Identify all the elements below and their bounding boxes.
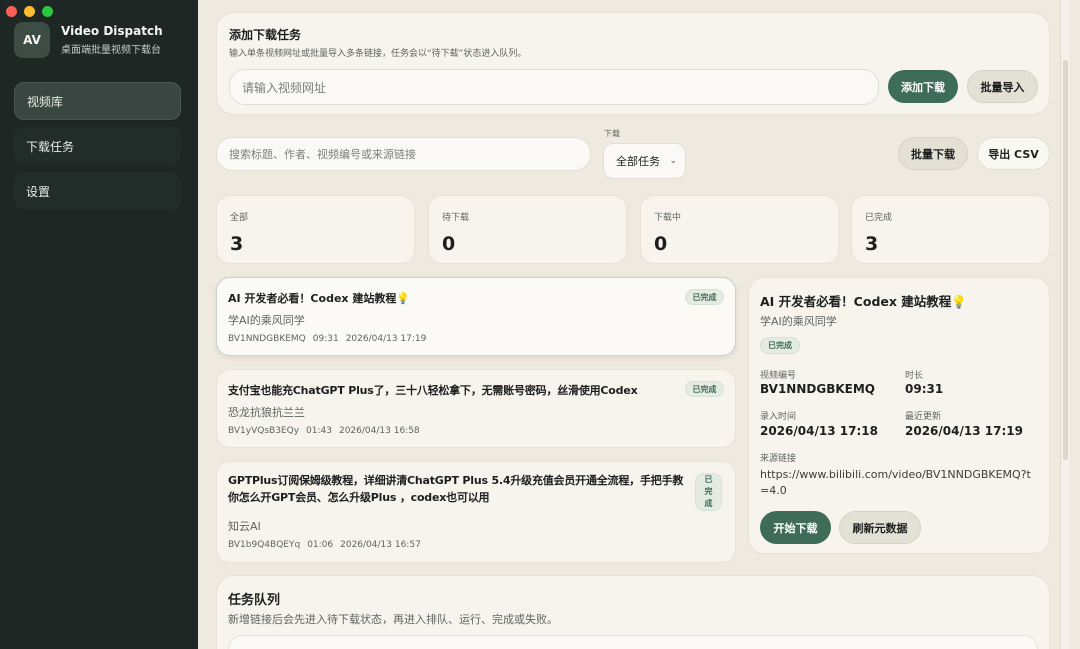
stat-label: 下载中 (654, 213, 682, 223)
task-queue-item[interactable] (228, 635, 1038, 649)
app-avatar: AV (14, 22, 50, 58)
video-url-input[interactable]: 请输入视频网址 (229, 69, 879, 105)
video-title: AI 开发者必看！Codex 建站教程💡 (228, 292, 411, 305)
close-window-button[interactable] (6, 6, 17, 17)
video-duration: 09:31 (312, 334, 339, 344)
video-meta: BV1b9Q4BQEYq 01:06 2026/04/13 16:57 (228, 540, 428, 550)
task-queue-description: 新增链接后会先进入待下载状态，再进入排队、运行、完成或失败。 (228, 613, 558, 626)
status-badge: 已完成 (695, 473, 722, 511)
video-list-item[interactable]: GPTPlus订阅保姆级教程，详细讲清ChatGPT Plus 5.4升级充值会… (216, 461, 736, 563)
export-csv-button[interactable]: 导出 CSV (977, 137, 1050, 170)
stat-value: 0 (442, 233, 456, 255)
download-status-select[interactable]: 全部任务 ⌄ (603, 143, 686, 179)
stat-label: 已完成 (865, 213, 893, 223)
detail-duration-value: 09:31 (905, 382, 944, 396)
video-title: GPTPlus订阅保姆级教程，详细讲清ChatGPT Plus 5.4升级充值会… (228, 474, 684, 504)
window-controls (6, 6, 53, 17)
video-author: 知云AI (228, 520, 261, 533)
add-task-panel: 添加下载任务 输入单条视频网址或批量导入多条链接，任务会以“待下载”状态进入队列… (216, 12, 1050, 115)
stat-label: 待下载 (442, 213, 470, 223)
main-content: 添加下载任务 输入单条视频网址或批量导入多条链接，任务会以“待下载”状态进入队列… (198, 0, 1070, 649)
download-status-select-value: 全部任务 (616, 155, 660, 168)
video-list-item-selected[interactable]: AI 开发者必看！Codex 建站教程💡 已完成 学AI的乘风同学 BV1NND… (216, 277, 736, 356)
stat-card-pending: 待下载 0 (428, 195, 627, 264)
video-meta: BV1yVQsB3EQy 01:43 2026/04/13 16:58 (228, 426, 427, 436)
detail-updated-label: 最近更新 (905, 412, 942, 422)
stat-card-all: 全部 3 (216, 195, 415, 264)
chevron-down-icon: ⌄ (669, 156, 677, 166)
add-task-title: 添加下载任务 (229, 28, 302, 42)
brand: AV Video Dispatch 桌面端批量视频下载台 (14, 22, 163, 58)
main-scrollbar[interactable] (1060, 0, 1070, 649)
detail-status-badge: 已完成 (760, 337, 800, 354)
video-date: 2026/04/13 16:58 (338, 426, 420, 436)
detail-author: 学AI的乘风同学 (760, 315, 837, 328)
stat-value: 3 (865, 233, 879, 255)
video-duration: 01:06 (307, 540, 334, 550)
task-queue-title: 任务队列 (228, 593, 281, 608)
app-subtitle: 桌面端批量视频下载台 (61, 45, 161, 56)
sidebar: AV Video Dispatch 桌面端批量视频下载台 视频库 下载任务 设置 (0, 0, 198, 649)
video-date: 2026/04/13 16:57 (340, 540, 421, 550)
video-id: BV1NNDGBKEMQ (228, 334, 306, 344)
status-badge: 已完成 (685, 289, 724, 305)
sidebar-nav: 视频库 下载任务 设置 (14, 82, 181, 217)
video-id: BV1yVQsB3EQy (228, 426, 300, 436)
detail-updated-value: 2026/04/13 17:19 (905, 424, 1023, 438)
video-title: 支付宝也能充ChatGPT Plus了，三十八轻松拿下，无需账号密码，丝滑使用C… (228, 384, 638, 397)
detail-created-label: 录入时间 (760, 412, 797, 422)
minimize-window-button[interactable] (24, 6, 35, 17)
video-duration: 01:43 (306, 426, 332, 436)
video-author: 恐龙抗狼抗兰兰 (228, 406, 305, 419)
detail-created-value: 2026/04/13 17:18 (760, 424, 878, 438)
sidebar-item-settings[interactable]: 设置 (14, 172, 181, 210)
detail-source-link[interactable]: https://www.bilibili.com/video/BV1NNDGBK… (760, 467, 1040, 499)
video-detail-panel: AI 开发者必看！Codex 建站教程💡 学AI的乘风同学 已完成 视频编号 B… (748, 277, 1050, 554)
batch-download-button[interactable]: 批量下载 (898, 137, 968, 170)
detail-id-label: 视频编号 (760, 371, 797, 381)
sidebar-item-video-library[interactable]: 视频库 (14, 82, 181, 120)
app-title: Video Dispatch (61, 24, 163, 38)
scrollbar-thumb[interactable] (1063, 60, 1068, 460)
zoom-window-button[interactable] (42, 6, 53, 17)
stat-value: 3 (230, 233, 244, 255)
video-list-item[interactable]: 支付宝也能充ChatGPT Plus了，三十八轻松拿下，无需账号密码，丝滑使用C… (216, 369, 736, 448)
search-input[interactable]: 搜索标题、作者、视频编号或来源链接 (216, 137, 591, 171)
stat-card-completed: 已完成 3 (851, 195, 1050, 264)
download-filter-label: 下载 (604, 129, 620, 138)
detail-title: AI 开发者必看！Codex 建站教程💡 (760, 294, 967, 309)
refresh-metadata-button[interactable]: 刷新元数据 (839, 511, 921, 544)
status-badge: 已完成 (685, 381, 724, 397)
add-download-button[interactable]: 添加下载 (888, 70, 958, 103)
detail-id-value: BV1NNDGBKEMQ (760, 382, 875, 396)
add-task-description: 输入单条视频网址或批量导入多条链接，任务会以“待下载”状态进入队列。 (229, 49, 527, 59)
video-author: 学AI的乘风同学 (228, 314, 305, 327)
stat-card-downloading: 下载中 0 (640, 195, 839, 264)
batch-import-button[interactable]: 批量导入 (967, 70, 1038, 103)
task-queue-panel: 任务队列 新增链接后会先进入待下载状态，再进入排队、运行、完成或失败。 (216, 575, 1050, 649)
video-id: BV1b9Q4BQEYq (228, 540, 301, 550)
video-date: 2026/04/13 17:19 (345, 334, 427, 344)
detail-source-label: 来源链接 (760, 454, 797, 464)
stat-value: 0 (654, 233, 668, 255)
sidebar-item-download-tasks[interactable]: 下载任务 (14, 127, 181, 165)
detail-duration-label: 时长 (905, 371, 924, 381)
video-meta: BV1NNDGBKEMQ 09:31 2026/04/13 17:19 (228, 334, 433, 344)
stat-label: 全部 (230, 213, 249, 223)
start-download-button[interactable]: 开始下载 (760, 511, 831, 544)
